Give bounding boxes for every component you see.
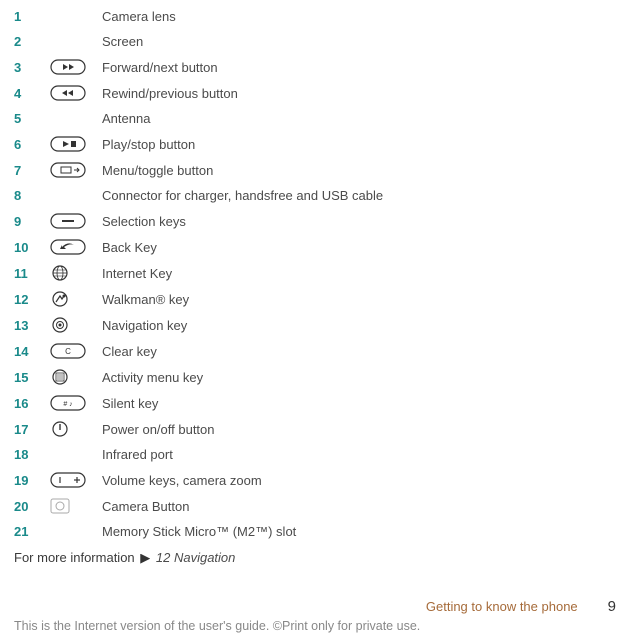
- part-description: Forward/next button: [98, 54, 626, 80]
- part-description: Infrared port: [98, 442, 626, 467]
- part-number: 8: [10, 183, 46, 208]
- part-row: 14 Clear key: [10, 338, 626, 364]
- part-number: 13: [10, 312, 46, 338]
- part-row: 3 Forward/next button: [10, 54, 626, 80]
- silent-icon: [46, 390, 98, 416]
- part-row: 2 Screen: [10, 29, 626, 54]
- part-number: 5: [10, 106, 46, 131]
- part-row: 4 Rewind/previous button: [10, 80, 626, 106]
- part-description: Selection keys: [98, 208, 626, 234]
- no-icon: [46, 519, 98, 544]
- menu-icon: [46, 157, 98, 183]
- part-number: 7: [10, 157, 46, 183]
- part-description: Back Key: [98, 234, 626, 260]
- part-number: 21: [10, 519, 46, 544]
- more-info-prefix: For more information: [14, 550, 138, 565]
- forward-icon: [46, 54, 98, 80]
- more-info-link: 12 Navigation: [156, 550, 236, 565]
- more-info-line: For more information 12 Navigation: [10, 544, 626, 565]
- part-number: 12: [10, 286, 46, 312]
- part-number: 3: [10, 54, 46, 80]
- part-row: 9 Selection keys: [10, 208, 626, 234]
- part-row: 5 Antenna: [10, 106, 626, 131]
- part-description: Power on/off button: [98, 416, 626, 442]
- back-icon: [46, 234, 98, 260]
- playstop-icon: [46, 131, 98, 157]
- part-description: Screen: [98, 29, 626, 54]
- part-row: 8 Connector for charger, handsfree and US…: [10, 183, 626, 208]
- part-number: 2: [10, 29, 46, 54]
- nav-icon: [46, 312, 98, 338]
- clear-icon: [46, 338, 98, 364]
- rewind-icon: [46, 80, 98, 106]
- part-row: 18 Infrared port: [10, 442, 626, 467]
- no-icon: [46, 4, 98, 29]
- volume-icon: [46, 467, 98, 493]
- part-row: 10 Back Key: [10, 234, 626, 260]
- part-row: 15 Activity menu key: [10, 364, 626, 390]
- parts-table: 1Camera lens2Screen3Forward/next button4…: [10, 4, 626, 544]
- part-description: Volume keys, camera zoom: [98, 467, 626, 493]
- part-number: 9: [10, 208, 46, 234]
- part-description: Internet Key: [98, 260, 626, 286]
- part-number: 17: [10, 416, 46, 442]
- part-row: 7 Menu/toggle button: [10, 157, 626, 183]
- walkman-icon: [46, 286, 98, 312]
- part-description: Activity menu key: [98, 364, 626, 390]
- part-description: Clear key: [98, 338, 626, 364]
- part-description: Rewind/previous button: [98, 80, 626, 106]
- part-number: 15: [10, 364, 46, 390]
- part-description: Connector for charger, handsfree and USB…: [98, 183, 626, 208]
- part-number: 4: [10, 80, 46, 106]
- part-description: Camera lens: [98, 4, 626, 29]
- part-number: 16: [10, 390, 46, 416]
- part-description: Antenna: [98, 106, 626, 131]
- part-description: Silent key: [98, 390, 626, 416]
- part-number: 19: [10, 467, 46, 493]
- part-number: 11: [10, 260, 46, 286]
- part-row: 12 Walkman® key: [10, 286, 626, 312]
- part-row: 19 Volume keys, camera zoom: [10, 467, 626, 493]
- part-row: 11 Internet Key: [10, 260, 626, 286]
- part-description: Play/stop button: [98, 131, 626, 157]
- part-number: 20: [10, 493, 46, 519]
- part-row: 13 Navigation key: [10, 312, 626, 338]
- arrow-icon: [140, 554, 150, 564]
- footer-notice: This is the Internet version of the user…: [14, 615, 622, 633]
- power-icon: [46, 416, 98, 442]
- part-row: 17 Power on/off button: [10, 416, 626, 442]
- part-description: Memory Stick Micro™ (M2™) slot: [98, 519, 626, 544]
- part-row: 16 Silent key: [10, 390, 626, 416]
- part-number: 1: [10, 4, 46, 29]
- part-description: Menu/toggle button: [98, 157, 626, 183]
- page-footer: Getting to know the phone 9 This is the …: [0, 598, 636, 633]
- no-icon: [46, 106, 98, 131]
- part-description: Navigation key: [98, 312, 626, 338]
- camera-icon: [46, 493, 98, 519]
- internet-icon: [46, 260, 98, 286]
- part-row: 1 Camera lens: [10, 4, 626, 29]
- part-description: Camera Button: [98, 493, 626, 519]
- no-icon: [46, 29, 98, 54]
- activity-icon: [46, 364, 98, 390]
- part-row: 21 Memory Stick Micro™ (M2™) slot: [10, 519, 626, 544]
- selection-icon: [46, 208, 98, 234]
- part-number: 18: [10, 442, 46, 467]
- part-number: 14: [10, 338, 46, 364]
- no-icon: [46, 183, 98, 208]
- part-number: 6: [10, 131, 46, 157]
- part-row: 6 Play/stop button: [10, 131, 626, 157]
- part-number: 10: [10, 234, 46, 260]
- part-description: Walkman® key: [98, 286, 626, 312]
- footer-section: Getting to know the phone: [426, 599, 578, 614]
- footer-page-number: 9: [608, 598, 616, 615]
- no-icon: [46, 442, 98, 467]
- part-row: 20 Camera Button: [10, 493, 626, 519]
